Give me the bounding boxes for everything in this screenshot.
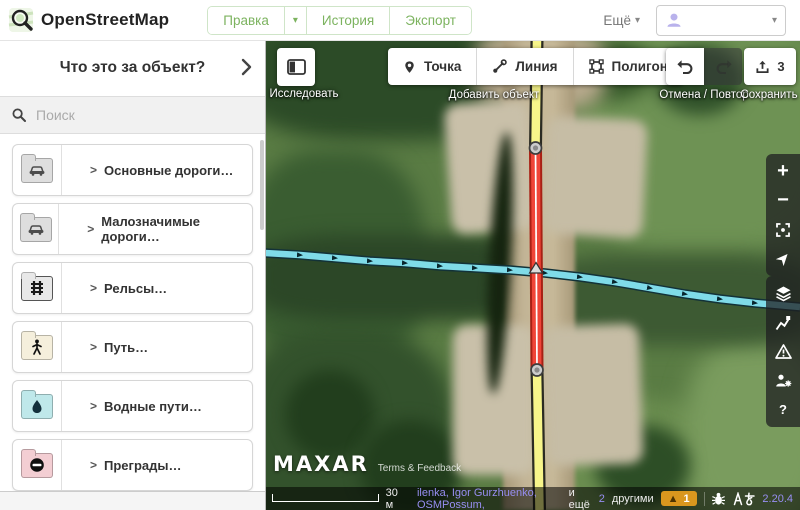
geolocate-button[interactable] [766,215,800,244]
map-data-button[interactable] [766,308,800,337]
category-rails[interactable]: >Рельсы… [12,262,253,314]
redo-icon [715,59,732,75]
contributors-links[interactable]: ilenka, Igor Gurzhuenko, OSMPossum, [417,487,562,510]
issues-button[interactable] [766,337,800,366]
geolocate-icon [775,222,791,238]
water-folder-icon [21,394,53,419]
preferences-button[interactable] [766,366,800,395]
bearing-icon [776,251,791,266]
more-menu[interactable]: Ещё▾ [603,13,640,28]
selected-bridge-way[interactable] [536,148,538,370]
browse-mode-button[interactable] [277,48,315,86]
upload-icon [755,59,770,75]
sidebar-scrollbar[interactable] [260,140,264,230]
preset-category-list: >Основные дороги… >Малозначимые дороги… … [0,133,265,492]
editor-toolbar: Исследовать Точка Линия Полигон Добавить… [265,40,800,136]
search-icon [12,108,26,122]
save-button[interactable]: 3 [744,48,796,85]
sidebar-title: Что это за объект? [60,59,206,77]
way-vertex-bottom[interactable] [531,364,543,376]
search-bar [0,96,265,134]
status-bar: 30 м ilenka, Igor Gurzhuenko, OSMPossum,… [265,487,800,510]
osm-logo-icon [8,7,34,33]
save-label: Сохранить [719,89,800,101]
way-vertex-top[interactable] [530,142,542,154]
user-menu[interactable]: ▾ [656,5,786,36]
line-tool-icon [492,59,507,74]
version-link[interactable]: 2.20.4 [762,493,793,505]
more-contributors-link[interactable]: 2 [599,493,605,505]
issues-count-badge[interactable]: ▲ 1 [661,491,697,506]
browse-label: Исследовать [265,88,349,100]
help-button[interactable]: ? [766,395,800,424]
locale-icon[interactable] [733,492,755,506]
bearing-button[interactable] [766,244,800,273]
warning-icon: ▲ [668,493,679,505]
chevron-down-icon: ▾ [635,15,640,26]
search-input[interactable] [34,106,238,124]
undo-icon [677,59,694,75]
scale-bar [272,494,379,502]
add-object-group: Точка Линия Полигон [388,48,683,85]
add-object-label: Добавить объект [388,89,600,101]
save-count: 3 [777,59,784,74]
user-avatar-icon [665,11,683,29]
category-waterways[interactable]: >Водные пути… [12,380,253,432]
undo-button[interactable] [666,48,704,85]
map-canvas[interactable]: Исследовать Точка Линия Полигон Добавить… [265,40,800,510]
category-paths[interactable]: >Путь… [12,321,253,373]
map-data-icon [775,315,791,331]
sidebar-footer [0,491,265,510]
edit-menu-caret[interactable]: ▾ [284,7,306,34]
zoom-controls: + − [766,154,800,276]
barrier-folder-icon [21,453,53,478]
edit-button[interactable]: Правка [208,7,284,34]
map-panel-controls: ? [766,276,800,427]
category-minor-roads[interactable]: >Малозначимые дороги… [12,203,253,255]
point-pin-icon [403,59,416,75]
imagery-terms-link[interactable]: Terms & Feedback [378,463,461,474]
user-settings-icon [775,373,792,388]
zoom-in-button[interactable]: + [766,157,800,186]
brand-title: OpenStreetMap [41,10,169,30]
redo-button[interactable] [704,48,742,85]
chevron-down-icon: ▾ [772,15,777,26]
layers-icon [775,285,792,302]
editor-sidebar: Что это за объект? >Основные дороги… >Ма… [0,40,266,510]
railway-folder-icon [21,276,53,301]
pedestrian-folder-icon [21,335,53,360]
category-barriers[interactable]: >Преграды… [12,439,253,491]
chevron-right-icon[interactable] [241,58,252,76]
report-bug-icon[interactable] [711,492,726,506]
add-point-button[interactable]: Точка [388,48,476,85]
maxar-logo[interactable]: MAXAR [273,452,369,476]
category-major-roads[interactable]: >Основные дороги… [12,144,253,196]
history-button[interactable]: История [306,7,389,34]
layers-button[interactable] [766,279,800,308]
osm-brand[interactable]: OpenStreetMap [8,7,169,33]
sidebar-toggle-icon [287,59,306,75]
site-header: OpenStreetMap Правка ▾ История Экспорт Е… [0,0,800,41]
scale-label: 30 м [386,487,403,510]
polygon-tool-icon [589,59,604,74]
header-nav: Правка ▾ История Экспорт [207,6,472,35]
car-folder-icon [21,158,53,183]
car-folder-icon [20,217,52,242]
export-button[interactable]: Экспорт [389,7,471,34]
zoom-out-button[interactable]: − [766,186,800,215]
add-line-button[interactable]: Линия [476,48,572,85]
issues-warning-icon [775,344,792,359]
